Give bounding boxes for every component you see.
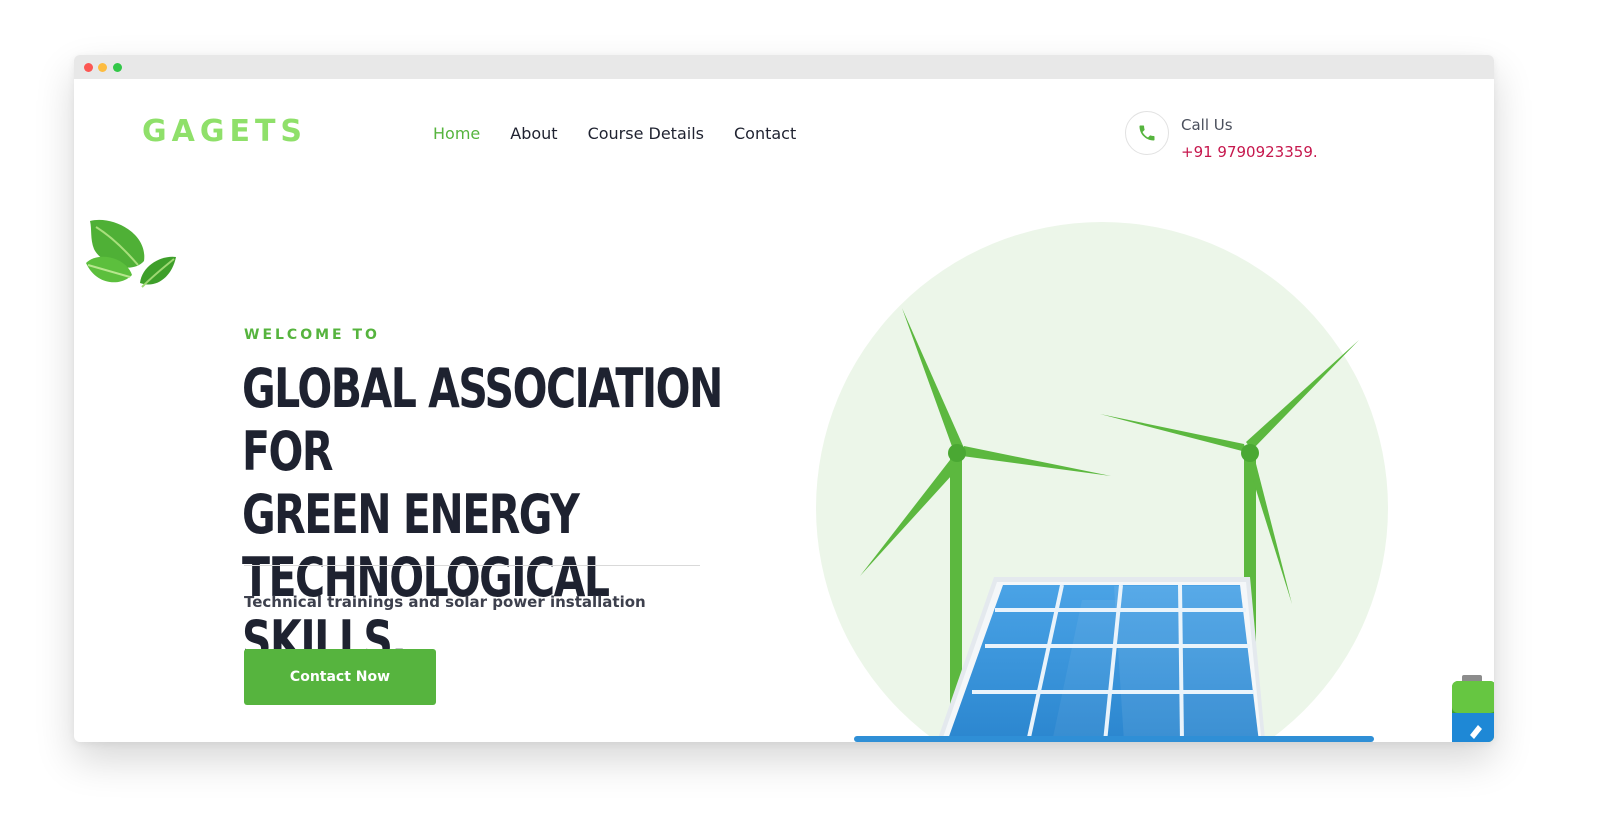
nav-item-contact[interactable]: Contact — [734, 124, 796, 143]
hero-divider — [244, 565, 700, 566]
hero-title: GLOBAL ASSOCIATION FOR GREEN ENERGY TECH… — [242, 357, 774, 672]
battery-icon — [1452, 675, 1494, 742]
hero-title-line-2: GREEN ENERGY — [242, 483, 580, 546]
close-window-dot[interactable] — [84, 63, 93, 72]
phone-number[interactable]: +91 9790923359. — [1181, 143, 1318, 161]
minimize-window-dot[interactable] — [98, 63, 107, 72]
window-titlebar — [74, 55, 1494, 79]
nav-item-about[interactable]: About — [510, 124, 557, 143]
phone-icon — [1139, 125, 1155, 141]
contact-now-button[interactable]: Contact Now — [244, 649, 436, 705]
call-button[interactable] — [1125, 111, 1169, 155]
hero-title-line-1: GLOBAL ASSOCIATION FOR — [242, 357, 723, 483]
leaves-icon — [86, 219, 176, 288]
green-energy-illustration — [816, 222, 1388, 742]
call-us-label: Call Us — [1181, 116, 1233, 134]
nav-item-course-details[interactable]: Course Details — [588, 124, 704, 143]
hero-eyebrow: WELCOME TO — [244, 327, 380, 343]
hero-subtitle: Technical trainings and solar power inst… — [244, 593, 646, 611]
browser-window: GAGETS Home About Course Details Contact… — [74, 55, 1494, 742]
ground-line — [854, 736, 1374, 742]
main-nav: Home About Course Details Contact — [433, 124, 796, 143]
site-logo[interactable]: GAGETS — [142, 114, 307, 149]
nav-item-home[interactable]: Home — [433, 124, 480, 143]
maximize-window-dot[interactable] — [113, 63, 122, 72]
